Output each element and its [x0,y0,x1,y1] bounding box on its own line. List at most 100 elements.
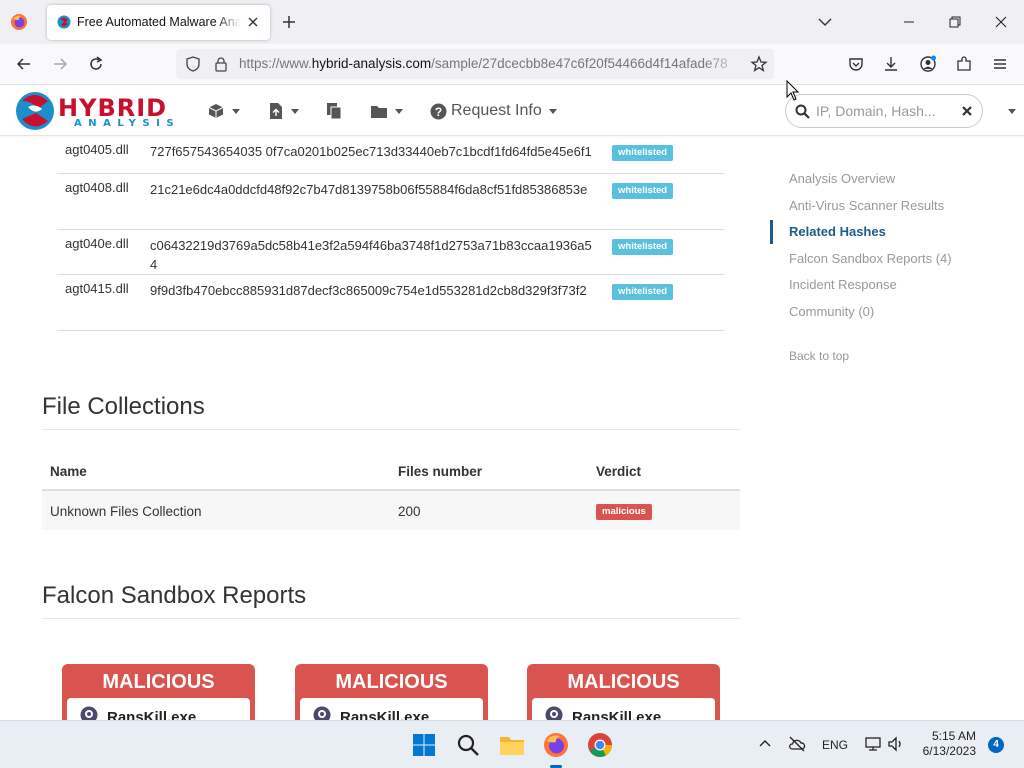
extensions-puzzle-icon[interactable] [955,55,973,73]
table-row: agt0405.dll 727f657543654035 0f7ca0201b0… [57,136,725,174]
malicious-badge: malicious [596,504,652,520]
report-verdict: MALICIOUS [335,671,448,693]
hash-value[interactable]: 58a7ae2732360cd29d4d1c95886680291a9d2475… [144,330,606,339]
tracking-protection-shield-icon[interactable] [185,56,201,72]
search-icon [795,104,810,119]
clock-date: 6/13/2023 [922,744,976,758]
back-arrow-icon[interactable] [15,55,33,73]
hash-filename: agt040e.dll [57,229,144,275]
clock[interactable]: 5:15 AM 6/13/2023 [920,729,976,759]
lock-icon[interactable] [214,56,228,72]
clear-search-icon[interactable] [961,105,973,117]
logo-globe-icon [16,92,54,130]
nav-antivirus-results[interactable]: Anti-Virus Scanner Results [770,193,1000,220]
question-circle-icon: ? [430,103,447,119]
column-header-verdict[interactable]: Verdict [588,456,740,491]
section-divider [42,618,740,619]
nav-incident-response[interactable]: Incident Response [770,272,1000,299]
start-button[interactable] [409,730,439,760]
caret-icon [395,108,403,114]
upload-menu[interactable] [268,100,299,122]
column-header-files-number[interactable]: Files number [390,456,588,491]
hybrid-analysis-logo[interactable]: HYBRID ANALYSIS [14,89,182,133]
new-tab-icon[interactable] [280,13,298,31]
report-verdict: MALICIOUS [567,671,680,693]
request-info-menu[interactable]: ? Request Info [430,100,557,122]
close-tab-icon[interactable] [245,14,261,30]
url-bar[interactable]: https://www.hybrid-analysis.com/sample/2… [176,49,774,79]
collection-name[interactable]: Unknown Files Collection [42,490,390,530]
folder-icon [371,106,387,118]
folder-menu[interactable] [370,100,403,122]
nav-related-hashes[interactable]: Related Hashes [770,219,1000,246]
tab-title: Free Automated Malware Analysis Service [77,15,241,29]
related-hashes-table: agt0405.dll 727f657543654035 0f7ca0201b0… [57,136,725,339]
clock-time: 5:15 AM [931,729,976,743]
report-verdict: MALICIOUS [102,671,215,693]
table-row: agt0408.dll 21c21e6dc4a0ddcfd48f92c7b47d… [57,173,725,230]
hash-value[interactable]: 727f657543654035 0f7ca0201b025ec713d3344… [144,136,606,174]
table-row: agt0415.dll 9f9d3fb470ebcc885931d87decf3… [57,274,725,331]
hash-value[interactable]: 9f9d3fb470ebcc885931d87decf3c865009c754e… [144,274,606,331]
firefox-taskbar-button[interactable] [541,730,571,760]
table-row[interactable]: Unknown Files Collection 200 malicious [42,490,740,530]
show-hidden-icons-chevron-icon[interactable] [756,735,774,753]
bookmark-star-icon[interactable] [750,55,768,73]
section-divider [42,429,740,430]
notification-count-badge[interactable]: 4 [988,737,1004,753]
hash-filename: agt0405.dll [57,136,144,174]
windows-logo-icon [413,734,435,756]
chevron-down-icon[interactable] [817,14,833,30]
chrome-icon [588,733,612,758]
taskbar-search-button[interactable] [453,730,483,760]
volume-icon[interactable] [887,735,905,753]
close-window-icon[interactable] [992,13,1010,31]
copy-menu[interactable] [325,100,343,122]
firefox-icon[interactable] [10,13,28,31]
caret-icon [291,108,299,114]
related-hashes-scroll-area[interactable]: agt0405.dll 727f657543654035 0f7ca0201b0… [57,136,725,339]
back-to-top-link[interactable]: Back to top [789,349,849,363]
whitelisted-badge: whitelisted [612,238,674,255]
nav-falcon-sandbox-reports[interactable]: Falcon Sandbox Reports (4) [770,246,1000,273]
account-icon[interactable] [919,55,937,73]
browser-tab-active[interactable]: Free Automated Malware Analysis Service [47,5,270,40]
pocket-icon[interactable] [847,55,865,73]
download-icon[interactable] [882,55,900,73]
network-icon[interactable] [864,735,882,753]
caret-icon [548,108,557,114]
browser-nav-bar: https://www.hybrid-analysis.com/sample/2… [0,44,1024,85]
search-options-caret-icon[interactable] [1008,109,1016,114]
samples-menu[interactable] [207,100,240,122]
search-input[interactable] [816,101,956,121]
language-indicator[interactable]: ENG [822,738,848,752]
browser-tab-bar: Free Automated Malware Analysis Service [0,0,1024,44]
hybrid-analysis-favicon-icon [57,15,71,29]
hamburger-menu-icon[interactable] [991,55,1009,73]
hash-value[interactable]: c06432219d3769a5dc58b41e3f2a594f46ba3748… [144,229,606,275]
onedrive-cloud-icon[interactable] [788,735,806,753]
reload-icon[interactable] [87,55,105,73]
site-search-box[interactable] [785,94,983,128]
whitelisted-badge: whitelisted [612,182,674,199]
hash-value[interactable]: 21c21e6dc4a0ddcfd48f92c7b47d8139758b06f5… [144,173,606,230]
forward-arrow-icon[interactable] [51,55,69,73]
minimize-icon[interactable] [900,13,918,31]
chrome-taskbar-button[interactable] [585,730,615,760]
column-header-name[interactable]: Name [42,456,390,491]
logo-wordmark: HYBRID [58,94,168,122]
hash-filename: agt0419.dll [57,330,144,339]
file-explorer-button[interactable] [497,730,527,760]
nav-analysis-overview[interactable]: Analysis Overview [770,166,1000,193]
collection-files-count: 200 [390,490,588,530]
search-icon [457,734,479,756]
url-text[interactable]: https://www.hybrid-analysis.com/sample/2… [239,56,744,71]
restore-icon[interactable] [946,13,964,31]
falcon-sandbox-reports-title: Falcon Sandbox Reports [42,582,307,609]
table-row: agt040e.dll c06432219d3769a5dc58b41e3f2a… [57,229,725,275]
page-section-nav: Analysis Overview Anti-Virus Scanner Res… [770,166,1000,326]
nav-community[interactable]: Community (0) [770,299,1000,326]
url-path: /sample/27dcecbb8e47c6f20f54466d4f14afad… [431,56,728,71]
table-row: agt0419.dll 58a7ae2732360cd29d4d1c958866… [57,330,725,339]
file-explorer-icon [500,737,524,755]
